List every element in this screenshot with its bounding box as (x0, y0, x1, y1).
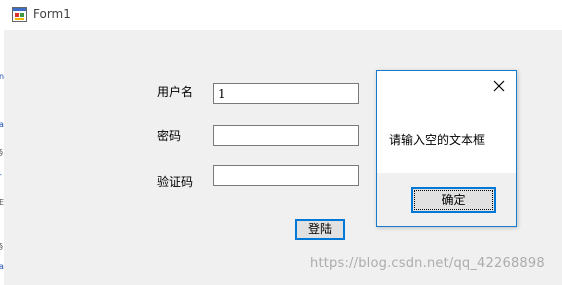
captcha-label: 验证码 (157, 175, 194, 189)
window-title: Form1 (33, 7, 71, 21)
username-label: 用户名 (157, 85, 194, 99)
message-box-footer: 确定 (377, 173, 516, 226)
login-button[interactable]: 登陆 (295, 219, 345, 240)
edge-glyph: - (0, 170, 2, 179)
app-form-icon (12, 7, 27, 22)
title-bar: Form1 (0, 0, 562, 30)
close-icon[interactable] (492, 79, 506, 93)
captcha-input[interactable] (213, 165, 359, 186)
edge-glyph: § (0, 148, 3, 157)
ok-button[interactable]: 确定 (411, 187, 496, 213)
watermark-url: https://blog.csdn.net/qq_42268898 (310, 256, 545, 271)
edge-glyph: § (0, 242, 3, 251)
username-input[interactable]: 1 (213, 83, 359, 104)
password-input[interactable] (213, 125, 359, 146)
message-box-dialog: 请输入空的文本框 确定 (376, 70, 517, 227)
password-label: 密码 (157, 129, 182, 143)
message-text: 请输入空的文本框 (389, 133, 486, 147)
